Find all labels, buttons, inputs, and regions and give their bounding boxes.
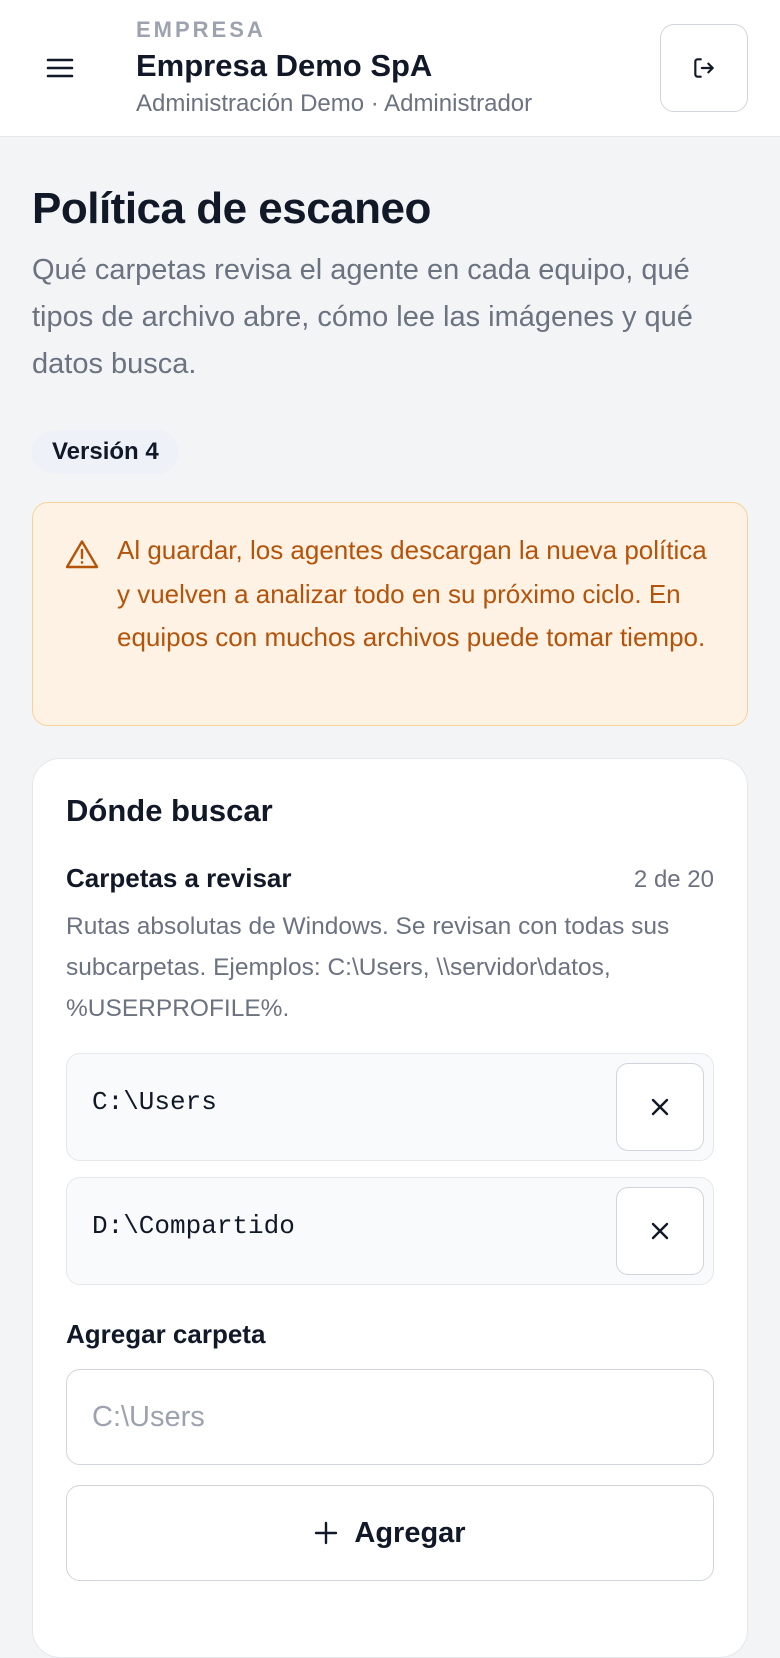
add-folder-button[interactable]: Agregar (66, 1485, 714, 1581)
page-description: Qué carpetas revisa el agente en cada eq… (32, 254, 693, 380)
close-icon (651, 1098, 669, 1116)
folder-row: D:\Compartido (66, 1177, 714, 1285)
add-folder-label: Agregar carpeta (66, 1319, 266, 1349)
organization-block: EMPRESA Empresa Demo SpA Administración … (136, 16, 532, 120)
folder-path: D:\Compartido (92, 1211, 295, 1241)
warning-triangle-icon (65, 540, 99, 569)
main-content: Política de escaneo Qué carpetas revisa … (32, 137, 748, 1658)
logout-icon (694, 58, 714, 78)
section-title: Dónde buscar (66, 793, 273, 828)
page-title: Política de escaneo (32, 184, 431, 233)
warning-text: Al guardar, los agentes descargan la nue… (117, 535, 707, 652)
folder-path: C:\Users (92, 1087, 217, 1117)
warning-banner: Al guardar, los agentes descargan la nue… (32, 502, 748, 726)
org-kicker: EMPRESA (136, 17, 266, 42)
folder-row: C:\Users (66, 1053, 714, 1161)
top-bar: EMPRESA Empresa Demo SpA Administración … (0, 0, 780, 137)
folders-label: Carpetas a revisar (66, 863, 292, 893)
hamburger-menu-icon[interactable] (40, 52, 80, 84)
close-icon (651, 1222, 669, 1240)
folders-count: 2 de 20 (633, 866, 714, 893)
remove-folder-button[interactable] (616, 1063, 704, 1151)
org-name: Empresa Demo SpA (136, 48, 433, 83)
add-folder-input[interactable] (66, 1369, 714, 1465)
remove-folder-button[interactable] (616, 1187, 704, 1275)
org-subtitle: Administración Demo · Administrador (136, 90, 533, 117)
version-badge: Versión 4 (32, 430, 179, 474)
where-to-search-card: Dónde buscar Carpetas a revisar 2 de 20 … (32, 758, 748, 1658)
folders-field-header: Carpetas a revisar 2 de 20 (66, 863, 714, 894)
add-button-label: Agregar (354, 1516, 466, 1549)
logout-button[interactable] (660, 24, 748, 112)
plus-icon (315, 1521, 338, 1545)
folders-help-text: Rutas absolutas de Windows. Se revisan c… (66, 913, 670, 1022)
